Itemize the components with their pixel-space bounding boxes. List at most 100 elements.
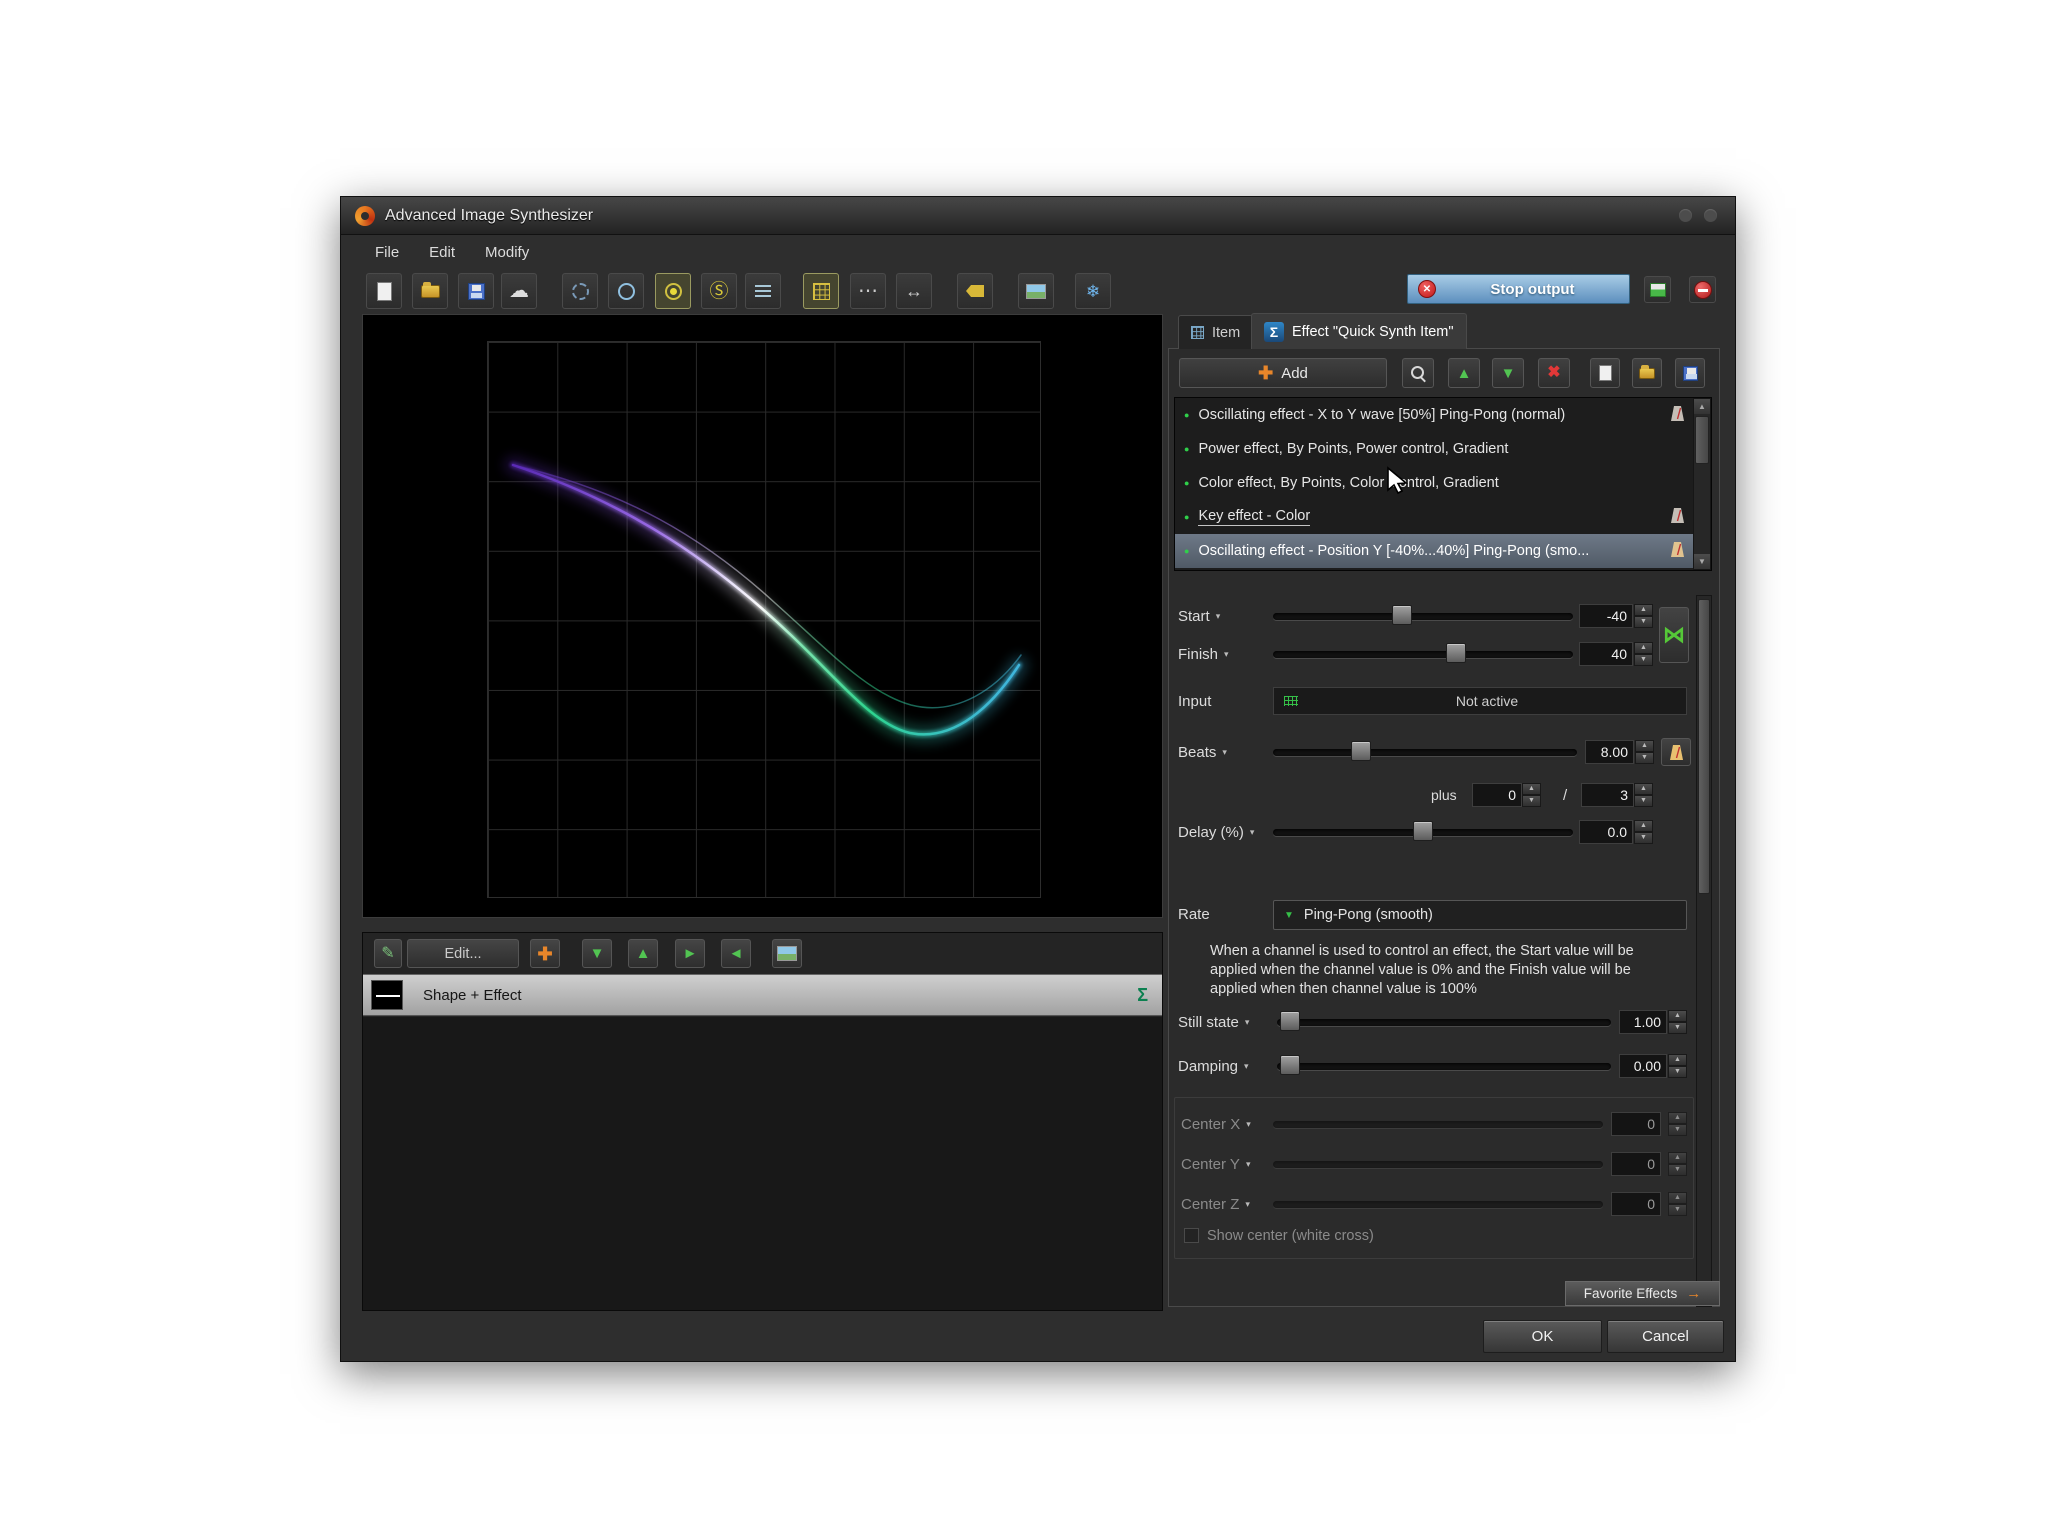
start-dropdown[interactable]: Start▾	[1178, 604, 1220, 628]
search-effect-button[interactable]	[1402, 358, 1434, 388]
beats-value[interactable]: 8.00	[1585, 740, 1634, 764]
slider-thumb[interactable]	[1280, 1055, 1300, 1075]
effect-row-1[interactable]: ● Oscillating effect - X to Y wave [50%]…	[1175, 398, 1694, 432]
move-down-button[interactable]: ▼	[582, 939, 612, 968]
laser-preview-button[interactable]	[1644, 276, 1671, 303]
still-state-dropdown[interactable]: Still state▾	[1178, 1010, 1249, 1034]
delay-value[interactable]: 0.0	[1579, 820, 1633, 844]
effect-row-3[interactable]: ● Color effect, By Points, Color Control…	[1175, 466, 1694, 500]
track-image-button[interactable]	[772, 939, 802, 968]
new-file-button[interactable]	[366, 273, 402, 309]
titlebar[interactable]: Advanced Image Synthesizer	[341, 197, 1735, 235]
cancel-button[interactable]: Cancel	[1607, 1320, 1724, 1353]
slider-thumb[interactable]	[1413, 821, 1433, 841]
tab-effect-quick-synth-item[interactable]: Σ Effect "Quick Synth Item"	[1251, 313, 1467, 349]
per-beat-spinner[interactable]: ▲▼	[1634, 783, 1653, 807]
delete-effect-button[interactable]: ✖	[1538, 358, 1570, 388]
still-state-slider[interactable]	[1277, 1010, 1611, 1034]
enabled-dot-icon[interactable]: ●	[1184, 546, 1189, 556]
plus-beats-spinner[interactable]: ▲▼	[1522, 783, 1541, 807]
delay-spinner[interactable]: ▲▼	[1634, 820, 1653, 844]
move-left-button[interactable]: ◄	[721, 939, 751, 968]
params-scrollbar[interactable]: ▼	[1696, 595, 1712, 1307]
tab-item[interactable]: Item	[1178, 315, 1253, 349]
enabled-dot-icon[interactable]: ●	[1184, 410, 1189, 420]
beats-slider[interactable]	[1273, 740, 1577, 764]
start-spinner[interactable]: ▲▼	[1634, 604, 1653, 628]
edit-button[interactable]: Edit...	[407, 939, 519, 968]
open-file-button[interactable]	[412, 273, 448, 309]
favorite-effects-button[interactable]: Favorite Effects →	[1565, 1281, 1720, 1306]
damping-spinner[interactable]: ▲▼	[1668, 1054, 1687, 1078]
slider-thumb[interactable]	[1392, 605, 1412, 625]
draw-edit-button[interactable]: ✎	[374, 939, 402, 968]
finish-dropdown[interactable]: Finish▾	[1178, 642, 1229, 666]
add-effect-button[interactable]: ✚ Add	[1179, 358, 1387, 388]
synth-tool-button[interactable]: Ⓢ	[701, 273, 737, 309]
window-close-icon[interactable]	[1704, 209, 1717, 222]
menu-file[interactable]: File	[361, 239, 413, 266]
beats-metronome-button[interactable]	[1661, 738, 1691, 766]
delay-slider[interactable]	[1273, 820, 1573, 844]
ok-button[interactable]: OK	[1483, 1320, 1602, 1353]
cloud-button[interactable]: ☁	[501, 273, 537, 309]
enabled-dot-icon[interactable]: ●	[1184, 512, 1189, 522]
delay-dropdown[interactable]: Delay (%)▾	[1178, 820, 1254, 844]
points-view-button[interactable]: ⋯	[850, 273, 886, 309]
new-effect-list-button[interactable]	[1590, 358, 1620, 388]
finish-value[interactable]: 40	[1579, 642, 1633, 666]
damping-dropdown[interactable]: Damping▾	[1178, 1054, 1249, 1078]
scrollbar-thumb[interactable]	[1698, 599, 1710, 894]
add-track-button[interactable]: ✚	[530, 939, 560, 968]
extents-button[interactable]: ↔	[896, 273, 932, 309]
start-value[interactable]: -40	[1579, 604, 1633, 628]
select-tool-button[interactable]	[562, 273, 598, 309]
still-state-value[interactable]: 1.00	[1619, 1010, 1667, 1034]
effect-row-4[interactable]: ● Key effect - Color	[1175, 500, 1694, 534]
rate-dropdown[interactable]: ▼ Ping-Pong (smooth)	[1273, 900, 1687, 930]
effect-move-down-button[interactable]: ▼	[1492, 358, 1524, 388]
enabled-dot-icon[interactable]: ●	[1184, 478, 1189, 488]
circle-tool-button[interactable]	[608, 273, 644, 309]
finish-slider[interactable]	[1273, 642, 1573, 666]
slider-thumb[interactable]	[1446, 643, 1466, 663]
save-effect-list-button[interactable]	[1675, 358, 1705, 388]
effect-move-up-button[interactable]: ▲	[1448, 358, 1480, 388]
effect-row-2[interactable]: ● Power effect, By Points, Power control…	[1175, 432, 1694, 466]
track-row-shape-effect[interactable]: Shape + Effect Σ	[363, 974, 1162, 1016]
list-tool-button[interactable]	[745, 273, 781, 309]
freeze-button[interactable]: ❄	[1075, 273, 1111, 309]
slider-thumb[interactable]	[1351, 741, 1371, 761]
save-button[interactable]	[458, 273, 494, 309]
input-field[interactable]: Not active	[1273, 687, 1687, 715]
window-help-icon[interactable]	[1679, 209, 1692, 222]
still-state-spinner[interactable]: ▲▼	[1668, 1010, 1687, 1034]
beats-dropdown[interactable]: Beats▾	[1178, 740, 1227, 764]
grid-toggle-button[interactable]	[803, 273, 839, 309]
move-right-button[interactable]: ►	[675, 939, 705, 968]
enabled-dot-icon[interactable]: ●	[1184, 444, 1189, 454]
image-button[interactable]	[1018, 273, 1054, 309]
tag-button[interactable]	[957, 273, 993, 309]
effect-sigma-icon[interactable]: Σ	[1137, 985, 1148, 1006]
blackout-button[interactable]	[1689, 276, 1716, 303]
damping-slider[interactable]	[1277, 1054, 1611, 1078]
swap-start-finish-button[interactable]: ⋈	[1659, 607, 1689, 663]
open-effect-list-button[interactable]	[1632, 358, 1662, 388]
scroll-down-icon[interactable]: ▼	[1694, 554, 1710, 569]
slider-thumb[interactable]	[1280, 1011, 1300, 1031]
finish-spinner[interactable]: ▲▼	[1634, 642, 1653, 666]
effect-list-scrollbar[interactable]: ▲ ▼	[1693, 398, 1711, 570]
effect-row-5-selected[interactable]: ● Oscillating effect - Position Y [-40%.…	[1175, 534, 1694, 568]
stop-output-button[interactable]: ✕ Stop output	[1407, 274, 1630, 304]
plus-beats-value[interactable]: 0	[1472, 783, 1522, 807]
beats-spinner[interactable]: ▲▼	[1635, 740, 1654, 764]
scrollbar-thumb[interactable]	[1695, 416, 1709, 464]
menu-edit[interactable]: Edit	[415, 239, 469, 266]
scroll-up-icon[interactable]: ▲	[1694, 399, 1710, 414]
start-slider[interactable]	[1273, 604, 1573, 628]
menu-modify[interactable]: Modify	[471, 239, 543, 266]
point-tool-button[interactable]	[655, 273, 691, 309]
move-up-button[interactable]: ▲	[628, 939, 658, 968]
per-beat-value[interactable]: 3	[1581, 783, 1634, 807]
